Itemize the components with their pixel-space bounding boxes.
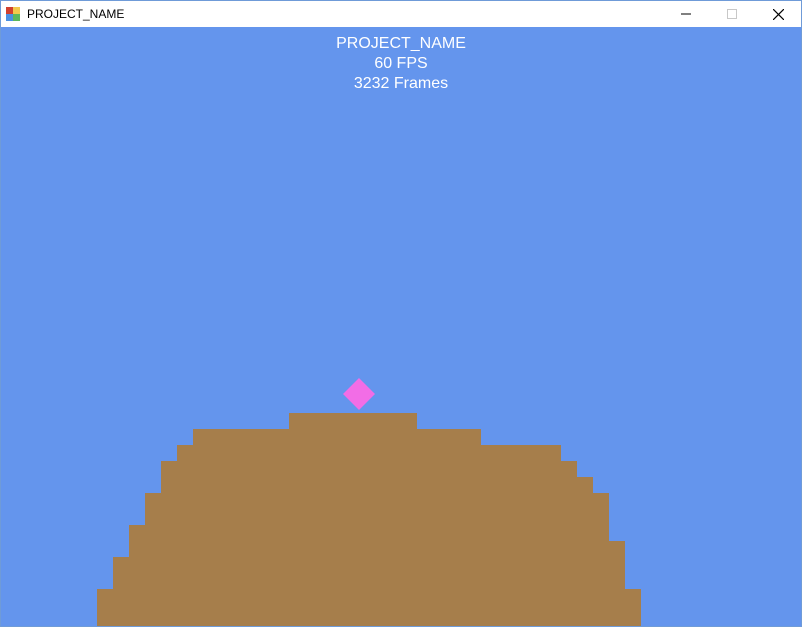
- windows-form-icon[interactable]: [6, 7, 20, 21]
- window-title: PROJECT_NAME: [27, 7, 125, 21]
- hud-frames: 3232 Frames: [353, 75, 449, 92]
- close-icon: [772, 8, 784, 20]
- game-scene[interactable]: [1, 27, 801, 626]
- player-sprite: [343, 378, 375, 410]
- maximize-button[interactable]: [709, 1, 755, 27]
- hud-overlay: PROJECT_NAME 60 FPS 3232 Frames: [1, 34, 801, 94]
- minimize-button[interactable]: [663, 1, 709, 27]
- window-controls: [663, 1, 801, 27]
- hud-project-name: PROJECT_NAME: [336, 35, 466, 52]
- hud-fps: 60 FPS: [374, 55, 428, 72]
- maximize-icon: [727, 9, 737, 19]
- title-bar[interactable]: PROJECT_NAME: [1, 1, 801, 27]
- terrain-hill: [97, 413, 641, 626]
- game-window: PROJECT_NAME PROJECT_NAME 60 FPS 3232 Fr…: [0, 0, 802, 627]
- minimize-icon: [681, 13, 691, 15]
- close-button[interactable]: [755, 1, 801, 27]
